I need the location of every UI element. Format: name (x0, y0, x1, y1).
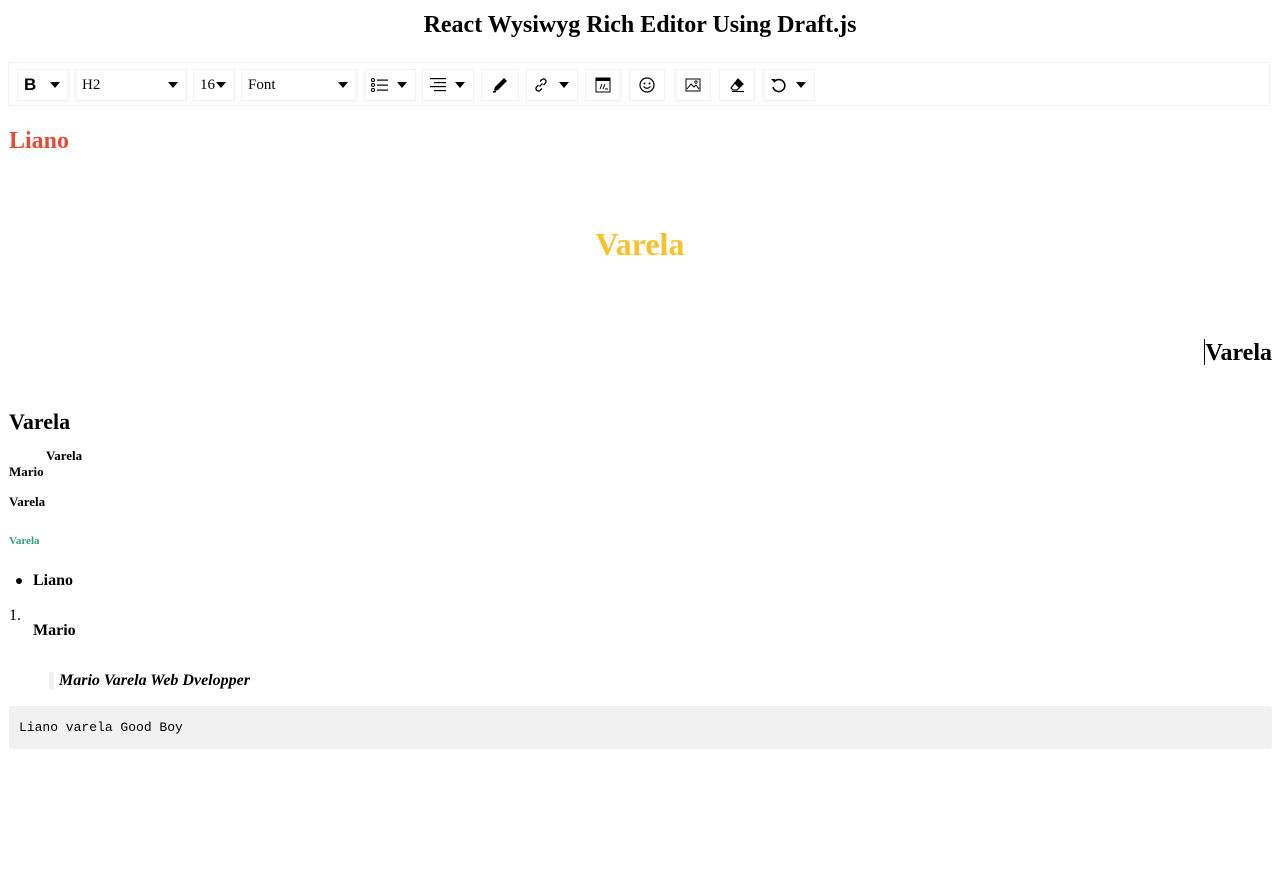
chevron-down-icon (50, 82, 60, 88)
list-dropdown[interactable] (364, 69, 416, 101)
small-mario[interactable]: Mario (9, 464, 44, 480)
font-size-label: 16 (200, 76, 215, 93)
embed-button[interactable] (585, 69, 621, 101)
ordered-list-number: 1. (9, 607, 21, 624)
remove-format-button[interactable] (719, 69, 755, 101)
heading-varela-left[interactable]: Varela (9, 409, 70, 435)
chevron-down-icon (168, 82, 178, 88)
list-icon (371, 77, 389, 93)
chevron-down-icon (216, 82, 226, 88)
color-picker-icon (492, 77, 508, 93)
history-dropdown[interactable] (763, 69, 815, 101)
embed-icon (595, 77, 611, 93)
font-size-dropdown[interactable]: 16 (193, 69, 235, 101)
image-icon (685, 77, 701, 93)
editor-toolbar: B H2 16 Font (8, 62, 1270, 106)
bold-icon: B (24, 75, 37, 94)
eraser-icon (729, 77, 745, 93)
heading-varela-center[interactable]: Varela (0, 226, 1276, 263)
image-button[interactable] (675, 69, 711, 101)
small-varela[interactable]: Varela (9, 494, 45, 510)
emoji-icon (639, 77, 655, 93)
chevron-down-icon (338, 82, 348, 88)
block-type-label: H2 (82, 76, 101, 93)
blockquote-bar (49, 672, 54, 690)
heading-varela-right-wrapper[interactable]: Varela (1204, 339, 1272, 367)
chevron-down-icon (397, 82, 407, 88)
chevron-down-icon (559, 82, 569, 88)
emoji-button[interactable] (629, 69, 665, 101)
block-type-dropdown[interactable]: H2 (75, 69, 187, 101)
list-item[interactable]: Mario (33, 622, 76, 640)
small-varela-indent[interactable]: Varela (46, 448, 82, 464)
heading-liano[interactable]: Liano (9, 128, 69, 155)
blockquote-text[interactable]: Mario Varela Web Dvelopper (59, 672, 250, 690)
inline-style-dropdown[interactable]: B (17, 69, 69, 101)
chevron-down-icon (796, 82, 806, 88)
list-item[interactable]: Liano (33, 572, 73, 590)
tiny-varela-green[interactable]: Varela (9, 535, 40, 547)
align-icon (429, 77, 447, 93)
link-icon (533, 77, 549, 93)
text-align-dropdown[interactable] (422, 69, 474, 101)
heading-varela-right: Varela (1205, 340, 1272, 366)
color-picker-button[interactable] (481, 69, 519, 101)
font-family-dropdown[interactable]: Font (241, 69, 357, 101)
undo-icon (770, 77, 786, 93)
chevron-down-icon (455, 82, 465, 88)
bullet-marker (16, 578, 22, 584)
page-title: React Wysiwyg Rich Editor Using Draft.js (423, 12, 857, 38)
code-block[interactable]: Liano varela Good Boy (9, 706, 1272, 749)
font-family-label: Font (248, 76, 276, 93)
link-dropdown[interactable] (526, 69, 578, 101)
